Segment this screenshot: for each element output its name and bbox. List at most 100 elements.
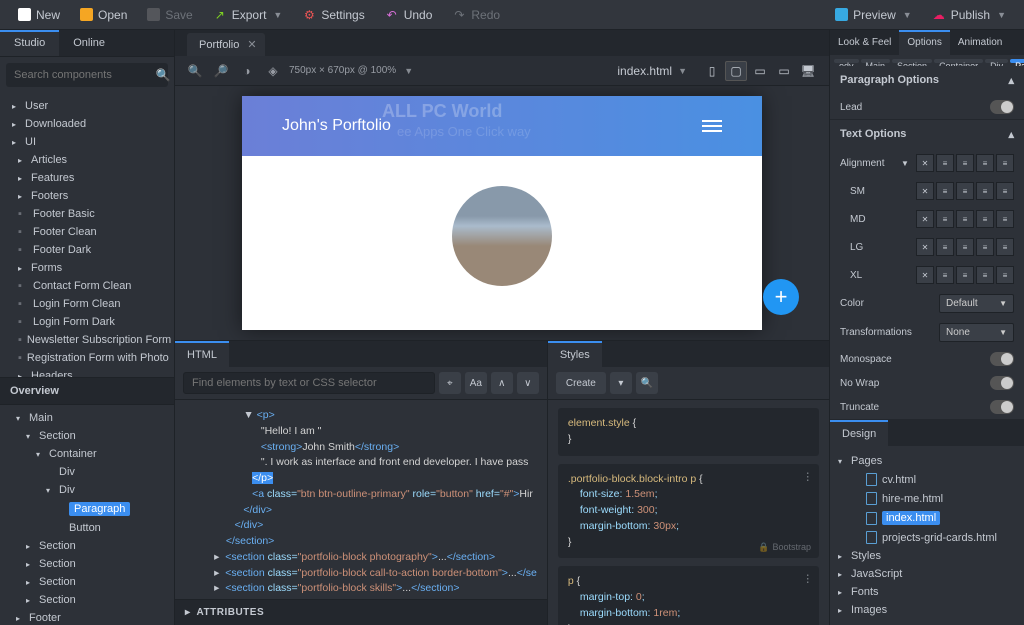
tab-studio[interactable]: Studio <box>0 30 59 56</box>
tab-online[interactable]: Online <box>59 30 119 56</box>
nowrap-toggle[interactable] <box>990 376 1014 390</box>
search-styles-icon[interactable]: 🔍 <box>636 372 658 394</box>
device-phone[interactable]: ▯ <box>701 61 723 81</box>
save-button[interactable]: Save <box>137 4 202 26</box>
undo-button[interactable]: ↶Undo <box>375 4 443 26</box>
html-search-input[interactable] <box>183 372 435 394</box>
rule-menu-icon[interactable]: ⋮ <box>803 572 814 588</box>
tree-item[interactable]: ▸Features <box>0 169 174 187</box>
target-icon[interactable]: ⌖ <box>439 372 461 394</box>
html-code[interactable]: ▼ <p> "Hello! I am " <strong>John Smith<… <box>175 400 547 599</box>
search-icon[interactable]: 🔍 <box>156 68 170 82</box>
align-none[interactable]: ✕ <box>916 154 934 172</box>
css-rule[interactable]: element.style { } <box>558 408 819 456</box>
doc-tab-portfolio[interactable]: Portfolio✕ <box>187 33 265 56</box>
tree-item[interactable]: ▪Footer Clean <box>0 223 174 241</box>
overview-item[interactable]: ▸Section <box>0 591 174 609</box>
publish-button[interactable]: ☁Publish▼ <box>922 4 1016 26</box>
tab-animation[interactable]: Animation <box>950 30 1010 55</box>
tree-item[interactable]: ▸Downloaded <box>0 115 174 133</box>
text-options-header[interactable]: Text Options▴ <box>830 120 1024 149</box>
overview-item[interactable]: Div <box>0 463 174 481</box>
overview-header[interactable]: Overview <box>0 377 174 405</box>
tree-item[interactable]: ▸Headers <box>0 367 174 377</box>
tab-design[interactable]: Design <box>830 420 888 446</box>
device-laptop[interactable]: ▭ <box>773 61 795 81</box>
overview-item[interactable]: ▾Container <box>0 445 174 463</box>
tree-item[interactable]: ▪Contact Form Clean <box>0 277 174 295</box>
design-stage[interactable]: ALL PC World ee Apps One Click way John'… <box>175 86 829 340</box>
preview-button[interactable]: Preview▼ <box>825 4 922 26</box>
device-desktop[interactable]: 🖥 <box>797 61 819 81</box>
transform-select[interactable]: None▼ <box>939 323 1014 342</box>
design-section[interactable]: ▸Styles <box>830 547 1024 565</box>
close-icon[interactable]: ✕ <box>247 38 256 51</box>
paragraph-options-header[interactable]: Paragraph Options▴ <box>830 66 1024 95</box>
page-file[interactable]: cv.html <box>844 470 1024 489</box>
zoom-out-icon[interactable]: 🔎 <box>211 61 231 81</box>
tree-item[interactable]: ▪Footer Basic <box>0 205 174 223</box>
tree-item[interactable]: ▪Login Form Clean <box>0 295 174 313</box>
file-selector[interactable]: index.html▼ <box>609 61 695 81</box>
align-justify[interactable]: ≡ <box>996 154 1014 172</box>
css-rule[interactable]: ⋮ .portfolio-block.block-intro p { font-… <box>558 464 819 559</box>
layers-icon[interactable]: ◈ <box>263 61 283 81</box>
align-center[interactable]: ≡ <box>956 154 974 172</box>
overview-item[interactable]: ▸Footer <box>0 609 174 625</box>
tree-item[interactable]: ▸UI <box>0 133 174 151</box>
export-button[interactable]: ↗Export▼ <box>203 4 293 26</box>
page-file[interactable]: hire-me.html <box>844 489 1024 508</box>
device-tablet[interactable]: ▢ <box>725 61 747 81</box>
device-tablet-landscape[interactable]: ▭ <box>749 61 771 81</box>
align-left[interactable]: ≡ <box>936 154 954 172</box>
add-fab[interactable]: + <box>763 279 799 315</box>
crumb[interactable]: Paragraph <box>1010 59 1024 63</box>
align-right[interactable]: ≡ <box>976 154 994 172</box>
tree-item[interactable]: ▪Login Form Dark <box>0 313 174 331</box>
html-tab[interactable]: HTML <box>175 341 229 367</box>
overview-item[interactable]: Paragraph <box>0 499 174 519</box>
tree-item[interactable]: ▪Footer Dark <box>0 241 174 259</box>
overview-item[interactable]: ▸Section <box>0 555 174 573</box>
overview-item[interactable]: ▸Section <box>0 537 174 555</box>
styles-code[interactable]: element.style { } ⋮ .portfolio-block.blo… <box>548 400 829 625</box>
settings-button[interactable]: ⚙Settings <box>292 4 374 26</box>
overview-item[interactable]: ▾Main <box>0 409 174 427</box>
tree-item[interactable]: ▸Footers <box>0 187 174 205</box>
case-icon[interactable]: Aa <box>465 372 487 394</box>
overview-item[interactable]: ▾Div <box>0 481 174 499</box>
create-dropdown[interactable]: ▾ <box>610 372 632 394</box>
component-search[interactable]: 🔍 <box>6 63 168 87</box>
tree-item[interactable]: ▸User <box>0 97 174 115</box>
redo-button[interactable]: ↷Redo <box>442 4 510 26</box>
overview-item[interactable]: ▾Section <box>0 427 174 445</box>
prev-icon[interactable]: ∧ <box>491 372 513 394</box>
tree-item[interactable]: ▸Forms <box>0 259 174 277</box>
next-icon[interactable]: ∨ <box>517 372 539 394</box>
eye-icon[interactable]: ◑ <box>237 61 257 81</box>
overview-item[interactable]: ▸Section <box>0 573 174 591</box>
new-button[interactable]: New <box>8 4 70 26</box>
crumb[interactable]: ody <box>834 59 859 63</box>
crumb[interactable]: Container <box>934 59 983 63</box>
page-file[interactable]: index.html <box>844 508 1024 528</box>
attributes-header[interactable]: ▸ATTRIBUTES <box>175 599 547 625</box>
design-section[interactable]: ▸Images <box>830 601 1024 619</box>
tab-options[interactable]: Options <box>899 30 949 55</box>
tree-item[interactable]: ▸Articles <box>0 151 174 169</box>
styles-tab[interactable]: Styles <box>548 341 602 367</box>
design-canvas[interactable]: ALL PC World ee Apps One Click way John'… <box>242 96 762 330</box>
hamburger-icon[interactable] <box>702 120 722 132</box>
rule-menu-icon[interactable]: ⋮ <box>803 470 814 486</box>
design-section[interactable]: ▸Fonts <box>830 583 1024 601</box>
crumb[interactable]: Main <box>861 59 891 63</box>
crumb[interactable]: Section <box>892 59 932 63</box>
create-button[interactable]: Create <box>556 372 606 394</box>
tree-item[interactable]: ▪Registration Form with Photo <box>0 349 174 367</box>
design-section[interactable]: ▸JavaScript <box>830 565 1024 583</box>
design-section[interactable]: ▾Pages <box>830 452 1024 470</box>
monospace-toggle[interactable] <box>990 352 1014 366</box>
tab-look-feel[interactable]: Look & Feel <box>830 30 899 55</box>
overview-item[interactable]: Button <box>0 519 174 537</box>
page-file[interactable]: projects-grid-cards.html <box>844 528 1024 547</box>
